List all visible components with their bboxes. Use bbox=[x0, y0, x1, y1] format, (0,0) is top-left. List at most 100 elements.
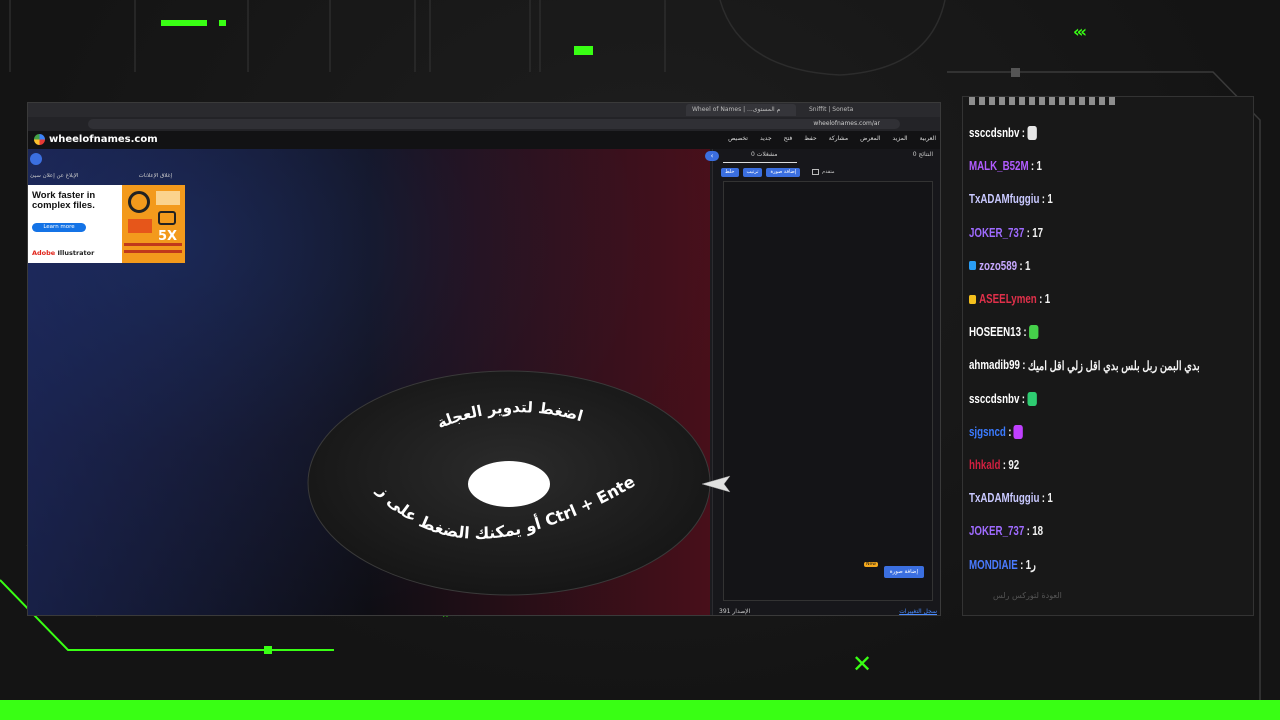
chat-separator: : bbox=[1026, 225, 1030, 240]
chat-separator: : bbox=[1030, 159, 1035, 174]
emote-icon bbox=[1013, 424, 1024, 439]
menu-new[interactable]: جديد bbox=[760, 135, 772, 142]
ad-learn-more-button[interactable]: Learn more bbox=[32, 223, 86, 232]
chat-username[interactable]: zozo589 bbox=[979, 259, 1017, 273]
stream-overlay: «‹ » ✕ Wheel of Names | ...م المستوى Sni… bbox=[0, 0, 1280, 720]
site-logo[interactable]: wheelofnames.com bbox=[34, 134, 158, 145]
wheel-logo-icon bbox=[34, 134, 45, 145]
changelog-link[interactable]: سجل التغييرات bbox=[899, 608, 937, 615]
tab-results[interactable]: النتائج 0 bbox=[913, 151, 933, 163]
chat-username[interactable]: JOKER_737 bbox=[969, 226, 1024, 240]
chat-username[interactable]: MALK_B52M bbox=[969, 159, 1029, 173]
chat-username[interactable]: hhkald bbox=[969, 458, 1000, 472]
chat-separator: : bbox=[1041, 491, 1046, 506]
chat-message: MONDIAIE:1ر bbox=[969, 555, 1036, 575]
chat-separator: : bbox=[1020, 557, 1024, 572]
ad-links: إغلاق الإعلانات الإبلاغ عن إعلان سيئ bbox=[28, 173, 188, 179]
entries-toolbar: خلط ترتيب إضافة صورة متقدم bbox=[721, 167, 935, 177]
menu-gallery[interactable]: المعرض bbox=[860, 135, 880, 142]
shuffle-button[interactable]: خلط bbox=[721, 167, 739, 177]
chat-message: JOKER_737:17 bbox=[969, 223, 1043, 243]
menu-more[interactable]: المزيد bbox=[893, 135, 908, 142]
spin-wheel[interactable]: اضغط لتدوير العجلة أو يمكنك الضغط على زر… bbox=[306, 370, 736, 600]
ad-art-label: 5X bbox=[158, 229, 178, 244]
chat-username[interactable]: JOKER_737 bbox=[969, 524, 1024, 538]
add-image-button[interactable]: إضافة صورة bbox=[883, 566, 924, 578]
chat-username[interactable]: ssccdsnbv bbox=[969, 392, 1019, 406]
chat-message: MALK_B52M:1 bbox=[969, 156, 1042, 176]
site-menu: العربية المزيد المعرض مشاركة حفظ فتح جدي… bbox=[728, 135, 936, 142]
tab-sniffit[interactable]: Sniffit | Soneta bbox=[803, 104, 893, 116]
new-badge: New bbox=[864, 562, 878, 567]
browser-window: Wheel of Names | ...م المستوى Sniffit | … bbox=[27, 102, 941, 616]
chat-message: hhkald:92 bbox=[969, 455, 1019, 475]
menu-save[interactable]: حفظ bbox=[804, 135, 816, 142]
chat-username[interactable]: TxADAMfuggiu bbox=[969, 192, 1039, 206]
chat-text: 1 bbox=[1044, 292, 1051, 306]
chat-message: sjgsncd: bbox=[969, 422, 1024, 442]
chat-message: HOSEEN13: bbox=[969, 322, 1039, 342]
deco-dash bbox=[219, 20, 226, 26]
menu-language[interactable]: العربية bbox=[920, 135, 936, 142]
emote-icon bbox=[1027, 391, 1037, 406]
chat-username[interactable]: TxADAMfuggiu bbox=[969, 491, 1039, 505]
edit-icon[interactable] bbox=[30, 153, 42, 165]
advanced-label: متقدم bbox=[822, 169, 835, 175]
chat-message: TxADAMfuggiu:1 bbox=[969, 189, 1053, 209]
chat-cutoff-line bbox=[969, 97, 1119, 105]
url-field[interactable]: wheelofnames.com/ar bbox=[88, 119, 900, 129]
chat-message: zozo589:1 bbox=[969, 256, 1030, 276]
chat-separator: : bbox=[1019, 258, 1023, 273]
user-badge-icon bbox=[969, 294, 977, 304]
chat-separator: : bbox=[1022, 358, 1026, 373]
chat-separator: : bbox=[1026, 524, 1030, 539]
chevrons-left-icon: «‹ bbox=[1073, 22, 1087, 41]
tab-bar: Wheel of Names | ...م المستوى Sniffit | … bbox=[28, 103, 940, 117]
chat-text: بدي البمن ربل بلس بدي اقل زلي اقل اميك bbox=[1027, 358, 1200, 373]
ad-brand: Adobe Illustrator bbox=[32, 249, 95, 257]
user-badge-icon bbox=[969, 261, 977, 271]
entries-panel: ‹ النتائج 0 مشغلات 0 خلط ترتيب إضافة صور… bbox=[705, 149, 940, 615]
emote-icon bbox=[1028, 325, 1039, 340]
chat-message: ssccdsnbv: bbox=[969, 123, 1037, 143]
menu-open[interactable]: فتح bbox=[784, 135, 793, 142]
emote-icon bbox=[1027, 126, 1037, 140]
chat-text: 1 bbox=[1036, 159, 1042, 174]
chat-text: 1 bbox=[1025, 258, 1031, 273]
chat-panel: ssccdsnbv: MALK_B52M:1 TxADAMfuggiu:1 JOKER… bbox=[962, 96, 1254, 616]
chat-username[interactable]: ahmadib99 bbox=[969, 358, 1020, 372]
tab-entries[interactable]: مشغلات 0 bbox=[723, 151, 798, 163]
chat-username[interactable]: HOSEEN13 bbox=[969, 325, 1021, 339]
add-image-dropdown[interactable]: إضافة صورة bbox=[766, 167, 801, 177]
collapse-panel-button[interactable]: ‹ bbox=[705, 151, 719, 161]
chat-message: ssccdsnbv: bbox=[969, 389, 1037, 409]
tab-wheel-of-names[interactable]: Wheel of Names | ...م المستوى bbox=[686, 104, 796, 116]
advertisement[interactable]: Work faster in complex files. Learn more… bbox=[28, 185, 185, 263]
deco-dash bbox=[574, 46, 593, 55]
address-bar: wheelofnames.com/ar bbox=[28, 117, 940, 131]
chat-username[interactable]: MONDIAIE bbox=[969, 558, 1018, 572]
chat-separator: : bbox=[1002, 458, 1007, 472]
chat-text: 17 bbox=[1032, 225, 1044, 240]
advanced-checkbox[interactable]: متقدم bbox=[812, 169, 835, 175]
chat-separator: : bbox=[1021, 391, 1026, 406]
bottom-accent-bar bbox=[0, 700, 1280, 720]
chat-separator: : bbox=[1021, 126, 1026, 140]
chat-username[interactable]: ssccdsnbv bbox=[969, 126, 1019, 140]
chat-text: 18 bbox=[1032, 524, 1044, 539]
menu-share[interactable]: مشاركة bbox=[829, 135, 848, 142]
wheel-center[interactable] bbox=[468, 461, 550, 507]
sort-button[interactable]: ترتيب bbox=[742, 167, 763, 177]
chat-separator: : bbox=[1023, 325, 1027, 340]
chat-username[interactable]: ASEELymen bbox=[979, 292, 1037, 306]
report-ad-link[interactable]: الإبلاغ عن إعلان سيئ bbox=[30, 173, 78, 179]
chat-username[interactable]: sjgsncd bbox=[969, 425, 1006, 439]
chat-text: 1ر bbox=[1025, 558, 1036, 573]
menu-customize[interactable]: تخصيص bbox=[728, 135, 748, 142]
entries-textarea[interactable]: New إضافة صورة bbox=[723, 181, 933, 601]
deco-dash bbox=[161, 20, 207, 26]
close-ads-link[interactable]: إغلاق الإعلانات bbox=[139, 173, 172, 179]
panel-tabs: النتائج 0 مشغلات 0 bbox=[723, 151, 933, 163]
chat-message: TxADAMfuggiu:1 bbox=[969, 488, 1053, 508]
chat-message: JOKER_737:18 bbox=[969, 521, 1043, 541]
